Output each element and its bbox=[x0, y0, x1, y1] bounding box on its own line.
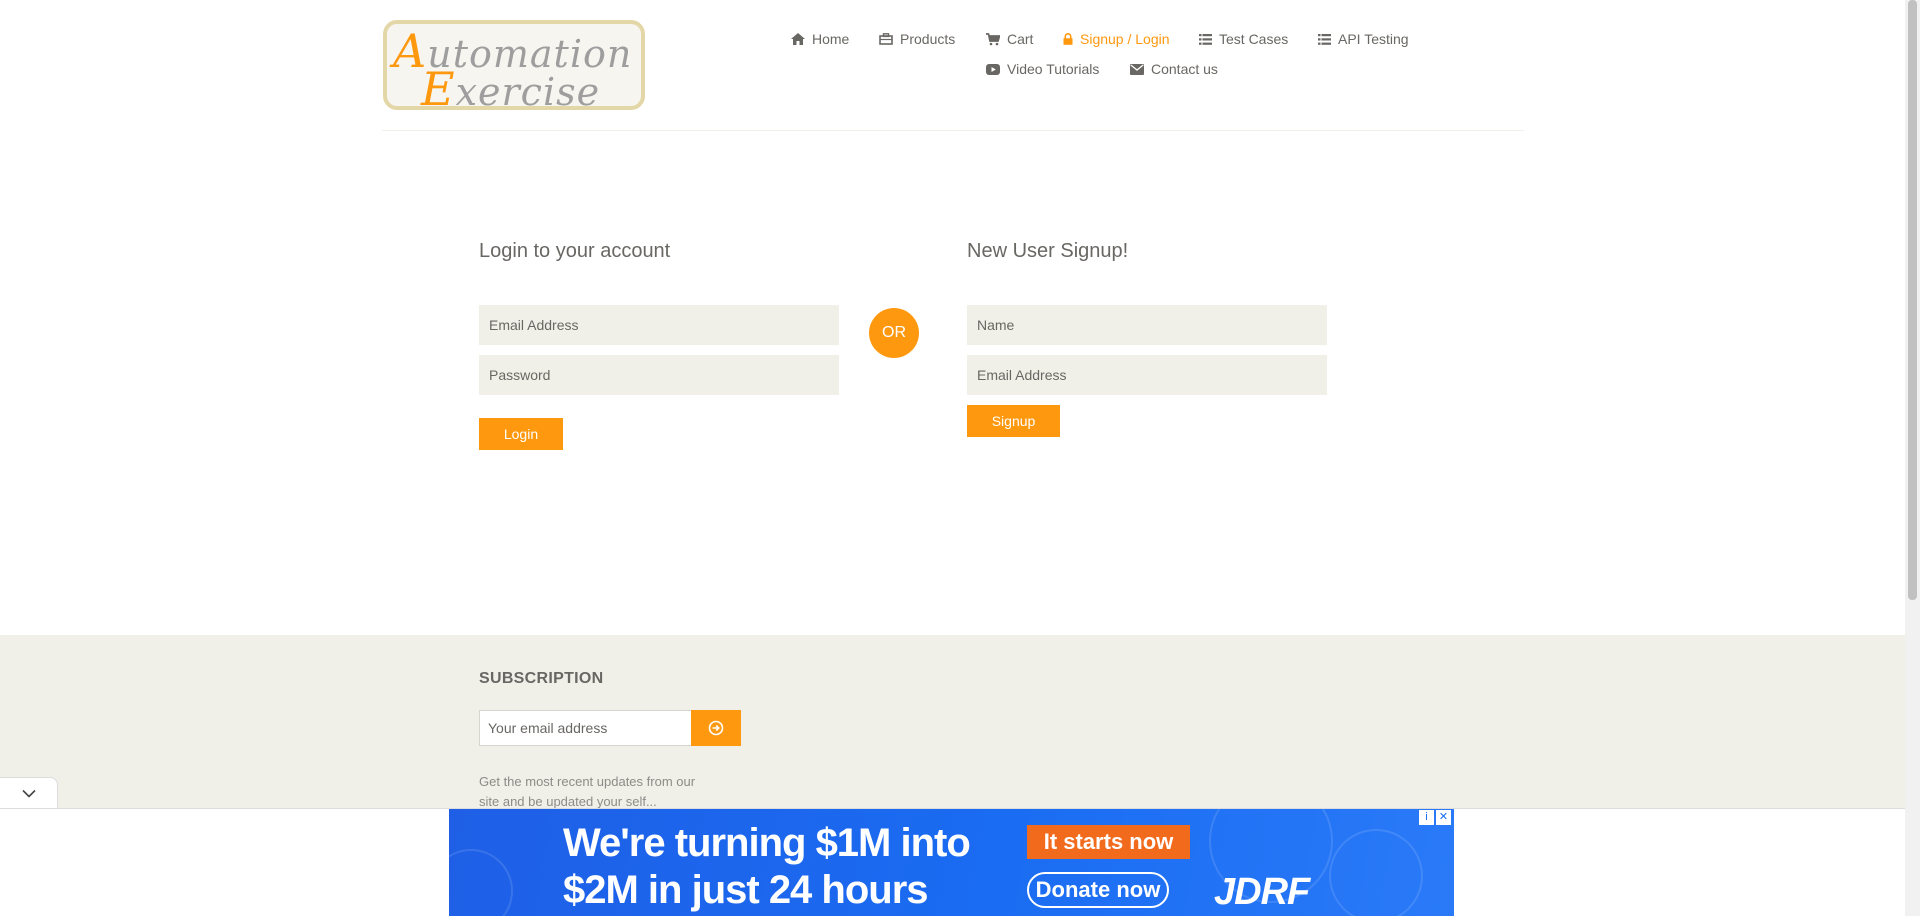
nav-cart[interactable]: Cart bbox=[986, 31, 1033, 47]
nav-test-cases-label: Test Cases bbox=[1219, 31, 1289, 47]
signup-name-input[interactable] bbox=[967, 305, 1327, 345]
subscribe-button[interactable] bbox=[691, 710, 741, 746]
cart-icon bbox=[986, 32, 1000, 45]
subscription-description: Get the most recent updates from our sit… bbox=[479, 774, 696, 809]
or-divider-badge: OR bbox=[869, 308, 919, 358]
nav-products[interactable]: Products bbox=[879, 31, 955, 47]
ad-decoration bbox=[449, 849, 513, 916]
ad-headline-2: $2M in just 24 hours bbox=[563, 868, 929, 912]
home-icon bbox=[791, 33, 805, 45]
nav-products-label: Products bbox=[900, 31, 956, 47]
site-header: Automation Exercise Home Products Cart S… bbox=[0, 0, 1920, 132]
nav-signup-login[interactable]: Signup / Login bbox=[1063, 31, 1170, 47]
youtube-icon bbox=[986, 63, 1000, 75]
nav-contact-us[interactable]: Contact us bbox=[1130, 61, 1218, 77]
subscription-email-input[interactable] bbox=[479, 710, 691, 746]
ad-badge: It starts now bbox=[1027, 825, 1190, 859]
nav-home-label: Home bbox=[812, 31, 850, 47]
arrow-circle-right-icon bbox=[708, 720, 724, 736]
nav-signup-login-label: Signup / Login bbox=[1080, 31, 1170, 47]
products-icon bbox=[879, 33, 893, 45]
header-divider bbox=[382, 130, 1524, 131]
nav-video-tutorials-label: Video Tutorials bbox=[1007, 61, 1100, 77]
nav-api-testing-label: API Testing bbox=[1338, 31, 1409, 47]
signup-email-input[interactable] bbox=[967, 355, 1327, 395]
ad-decoration bbox=[1329, 829, 1423, 916]
nav-home[interactable]: Home bbox=[791, 31, 849, 47]
lock-icon bbox=[1063, 33, 1073, 45]
ad-info-icon[interactable]: i bbox=[1419, 810, 1434, 825]
logo[interactable]: Automation Exercise bbox=[383, 20, 645, 116]
ad-banner[interactable]: We're turning $1M into $2M in just 24 ho… bbox=[449, 809, 1454, 916]
ad-close-icon[interactable]: ✕ bbox=[1436, 810, 1451, 825]
ad-brand-logo: JDRF bbox=[1214, 871, 1310, 913]
envelope-icon bbox=[1130, 63, 1144, 75]
nav-cart-label: Cart bbox=[1007, 31, 1034, 47]
nav-api-testing[interactable]: API Testing bbox=[1318, 31, 1409, 47]
nav-video-tutorials[interactable]: Video Tutorials bbox=[986, 61, 1099, 77]
login-button[interactable]: Login bbox=[479, 418, 563, 450]
login-password-input[interactable] bbox=[479, 355, 839, 395]
nav-contact-us-label: Contact us bbox=[1151, 61, 1218, 77]
scrollbar-thumb[interactable] bbox=[1908, 0, 1917, 600]
nav-test-cases[interactable]: Test Cases bbox=[1199, 31, 1288, 47]
signup-button[interactable]: Signup bbox=[967, 405, 1060, 437]
subscription-title: SUBSCRIPTION bbox=[479, 670, 604, 687]
page-scrollbar[interactable] bbox=[1905, 0, 1920, 916]
list-icon bbox=[1318, 33, 1331, 45]
login-email-input[interactable] bbox=[479, 305, 839, 345]
logo-line-2: Exercise bbox=[421, 62, 601, 116]
ad-collapse-toggle[interactable] bbox=[0, 777, 58, 808]
ad-headline-1: We're turning $1M into bbox=[563, 821, 971, 865]
list-icon bbox=[1199, 33, 1212, 45]
signup-title: New User Signup! bbox=[967, 240, 1129, 262]
chevron-down-icon bbox=[21, 789, 36, 798]
ad-donate-button[interactable]: Donate now bbox=[1027, 872, 1169, 908]
login-title: Login to your account bbox=[479, 240, 671, 262]
